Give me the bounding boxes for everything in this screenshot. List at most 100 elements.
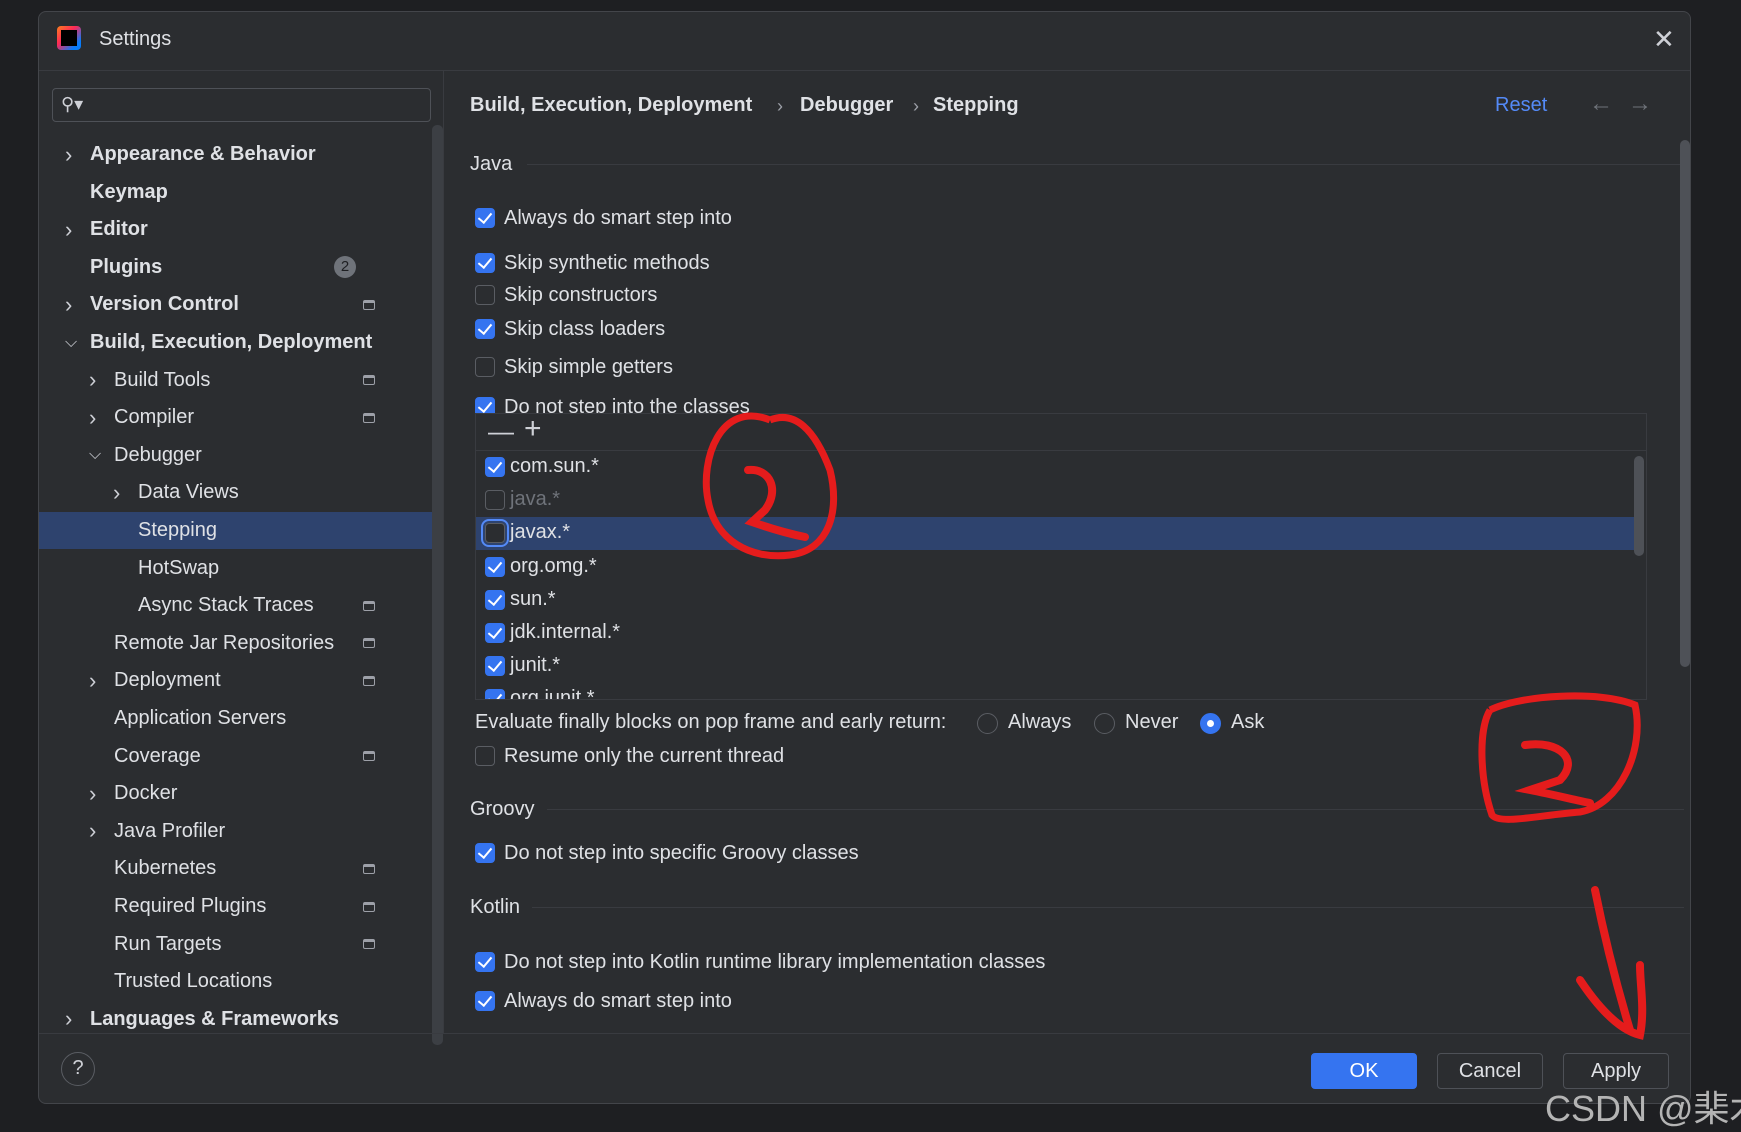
- class-filter-row[interactable]: com.sun.*: [476, 451, 1634, 484]
- sidebar-item-docker[interactable]: › Docker: [39, 775, 442, 812]
- java-option-label: Skip class loaders: [504, 318, 666, 340]
- close-icon[interactable]: ✕: [1653, 24, 1675, 55]
- class-filter-checkbox[interactable]: [485, 689, 505, 699]
- help-button[interactable]: ?: [61, 1052, 95, 1086]
- java-option-checkbox-skip-constructors[interactable]: [475, 285, 495, 305]
- divider: [532, 907, 1684, 908]
- java-option-label: Skip simple getters: [504, 356, 673, 378]
- sidebar-item-stepping[interactable]: Stepping: [39, 512, 442, 549]
- kotlin-option-checkbox[interactable]: [475, 952, 495, 972]
- sidebar-item-kubernetes[interactable]: Kubernetes: [39, 850, 442, 887]
- class-filter-checkbox[interactable]: [485, 556, 505, 577]
- list-scrollbar[interactable]: [1634, 456, 1644, 556]
- project-level-icon: [363, 375, 375, 386]
- resume-current-thread-label: Resume only the current thread: [504, 745, 785, 767]
- sidebar-item-remote-jar-repositories[interactable]: Remote Jar Repositories: [39, 625, 442, 662]
- class-filter-checkbox[interactable]: [485, 656, 505, 677]
- evaluate-radio-never[interactable]: [1094, 713, 1115, 734]
- sidebar-item-label: Editor: [90, 218, 148, 241]
- chevron-right-icon[interactable]: ›: [89, 818, 96, 844]
- class-filter-checkbox[interactable]: [485, 490, 505, 511]
- sidebar-item-data-views[interactable]: › Data Views: [39, 474, 442, 511]
- class-filter-row[interactable]: junit.*: [476, 650, 1634, 683]
- sidebar-item-label: Application Servers: [114, 707, 287, 729]
- chevron-right-icon[interactable]: ›: [65, 142, 72, 168]
- breadcrumb-item[interactable]: Build, Execution, Deployment: [470, 94, 752, 117]
- sidebar-item-appearance-behavior[interactable]: › Appearance & Behavior: [39, 136, 442, 173]
- sidebar-item-editor[interactable]: › Editor: [39, 211, 442, 248]
- java-option-checkbox-skip-class-loaders[interactable]: [475, 319, 495, 339]
- chevron-right-icon[interactable]: ›: [89, 668, 96, 694]
- sidebar-item-hotswap[interactable]: HotSwap: [39, 550, 442, 587]
- remove-icon[interactable]: —: [488, 416, 514, 447]
- class-filter-checkbox[interactable]: [481, 519, 509, 548]
- kotlin-option-checkbox[interactable]: [475, 991, 495, 1011]
- class-filter-row[interactable]: sun.*: [476, 584, 1634, 617]
- chevron-right-icon[interactable]: ›: [113, 480, 120, 506]
- sidebar-item-plugins[interactable]: Plugins 2: [39, 249, 442, 286]
- settings-dialog: Settings ✕ ⚲▾ › Appearance & Behavior Keym…: [38, 11, 1691, 1104]
- sidebar-item-label: Remote Jar Repositories: [114, 631, 335, 654]
- sidebar-item-async-stack-traces[interactable]: Async Stack Traces: [39, 587, 442, 624]
- sidebar-item-build-execution-deployment[interactable]: ⌵ Build, Execution, Deployment: [39, 324, 442, 361]
- project-level-icon: [363, 751, 375, 762]
- sidebar-item-java-profiler[interactable]: › Java Profiler: [39, 813, 442, 850]
- class-filter-pattern: sun.*: [510, 587, 556, 610]
- groovy-classes-checkbox[interactable]: [475, 843, 495, 863]
- sidebar-item-deployment[interactable]: › Deployment: [39, 662, 442, 699]
- sidebar-item-application-servers[interactable]: Application Servers: [39, 700, 442, 737]
- chevron-down-icon[interactable]: ⌵: [89, 446, 101, 464]
- class-filter-row[interactable]: java.*: [476, 484, 1634, 517]
- chevron-right-icon[interactable]: ›: [89, 405, 96, 431]
- evaluate-radio-label: Never: [1125, 711, 1179, 733]
- chevron-right-icon[interactable]: ›: [89, 367, 96, 393]
- sidebar-item-trusted-locations[interactable]: Trusted Locations: [39, 963, 442, 1000]
- sidebar-item-version-control[interactable]: › Version Control: [39, 286, 442, 323]
- sidebar-item-coverage[interactable]: Coverage: [39, 738, 442, 775]
- class-filter-row[interactable]: org.omg.*: [476, 551, 1634, 584]
- groovy-classes-label: Do not step into specific Groovy classes: [504, 842, 859, 864]
- back-arrow-icon[interactable]: ←: [1589, 90, 1613, 118]
- class-filter-checkbox[interactable]: [485, 457, 505, 477]
- sidebar-item-label: Deployment: [114, 669, 221, 692]
- sidebar-item-run-targets[interactable]: Run Targets: [39, 926, 442, 963]
- sidebar-item-compiler[interactable]: › Compiler: [39, 399, 442, 436]
- class-filter-row[interactable]: org.junit.*: [476, 683, 1634, 699]
- chevron-right-icon[interactable]: ›: [65, 217, 72, 243]
- chevron-right-icon[interactable]: ›: [65, 292, 72, 318]
- forward-arrow-icon[interactable]: →: [1628, 90, 1652, 118]
- evaluate-radio-ask[interactable]: [1200, 713, 1221, 734]
- sidebar-item-label: Keymap: [90, 180, 168, 203]
- java-option-checkbox-always-do-smart-step-into[interactable]: [475, 208, 495, 228]
- search-input[interactable]: ⚲▾: [52, 88, 431, 122]
- class-filter-pattern: jdk.internal.*: [510, 621, 621, 643]
- sidebar-item-label: Docker: [114, 782, 178, 805]
- class-filter-row[interactable]: javax.*: [476, 517, 1634, 551]
- sidebar-item-label: Data Views: [138, 481, 239, 504]
- project-level-icon: [363, 412, 375, 423]
- chevron-down-icon[interactable]: ⌵: [65, 334, 77, 352]
- sidebar-item-build-tools[interactable]: › Build Tools: [39, 362, 442, 399]
- java-option-checkbox-skip-synthetic-methods[interactable]: [475, 253, 495, 273]
- sidebar-item-debugger[interactable]: ⌵ Debugger: [39, 437, 442, 474]
- evaluate-radio-always[interactable]: [977, 713, 998, 734]
- add-icon[interactable]: +: [524, 414, 542, 446]
- chevron-right-icon[interactable]: ›: [89, 781, 96, 807]
- class-filter-pattern: com.sun.*: [510, 455, 599, 477]
- sidebar-scrollbar[interactable]: [432, 125, 443, 1045]
- search-icon: ⚲▾: [61, 94, 84, 114]
- java-option-checkbox-skip-simple-getters[interactable]: [475, 357, 495, 377]
- divider: [527, 164, 1684, 165]
- sidebar-item-required-plugins[interactable]: Required Plugins: [39, 888, 442, 925]
- resume-current-thread-checkbox[interactable]: [475, 746, 495, 766]
- ok-button[interactable]: OK: [1311, 1053, 1417, 1089]
- class-filter-checkbox[interactable]: [485, 623, 505, 643]
- reset-link[interactable]: Reset: [1495, 94, 1547, 117]
- content-scrollbar[interactable]: [1680, 140, 1690, 667]
- class-filter-row[interactable]: jdk.internal.*: [476, 617, 1634, 650]
- sidebar-item-keymap[interactable]: Keymap: [39, 174, 442, 211]
- cancel-button[interactable]: Cancel: [1437, 1053, 1543, 1089]
- chevron-right-icon[interactable]: ›: [65, 1006, 72, 1032]
- class-filter-checkbox[interactable]: [485, 589, 505, 610]
- breadcrumb-item[interactable]: Debugger: [800, 94, 893, 117]
